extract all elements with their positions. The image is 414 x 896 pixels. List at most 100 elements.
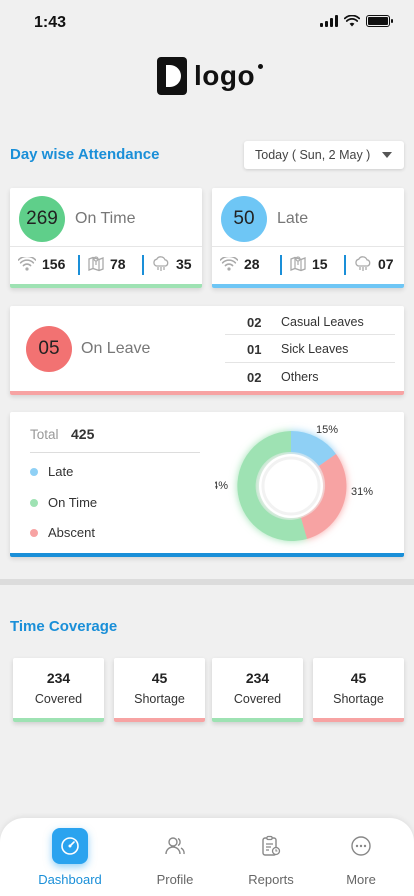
leave-count: 02 — [247, 370, 262, 385]
cloud-icon — [153, 256, 169, 271]
on-time-breakdown: 156 78 35 — [10, 246, 202, 280]
donut-hole — [259, 454, 323, 518]
coverage-value: 45 — [350, 670, 367, 686]
on-leave-card-bar — [10, 391, 404, 395]
on-time-map: 78 — [88, 253, 126, 275]
attendance-section-title: Day wise Attendance — [10, 146, 160, 163]
late-label: Late — [277, 210, 309, 227]
late-breakdown: 28 15 07 — [212, 246, 404, 280]
late-card[interactable]: 50 Late 28 15 07 — [212, 188, 404, 288]
logo-wordmark: logo — [194, 60, 256, 91]
nav-reports[interactable]: Reports — [231, 828, 311, 887]
nav-label: Profile — [156, 872, 194, 887]
date-select-value: Today ( Sun, 2 May ) — [255, 148, 371, 162]
leave-breakdown-row: 02 Others — [225, 364, 395, 390]
donut-label-absent: 31% — [351, 486, 373, 498]
map-icon — [290, 256, 306, 272]
nav-label: More — [346, 872, 376, 887]
on-leave-count: 05 — [26, 326, 72, 372]
late-map-count: 15 — [312, 256, 328, 272]
late-map: 15 — [290, 253, 328, 275]
coverage-card-shortage[interactable]: 45 Shortage — [313, 658, 404, 722]
logo-text: logo — [194, 60, 264, 92]
on-leave-label: On Leave — [81, 340, 151, 357]
donut-label-on-time: 54% — [215, 480, 228, 492]
wifi-icon — [344, 15, 360, 27]
coverage-label: Covered — [233, 692, 282, 706]
coverage-card-shortage[interactable]: 45 Shortage — [114, 658, 205, 722]
date-select[interactable]: Today ( Sun, 2 May ) — [244, 141, 404, 169]
map-icon — [88, 256, 104, 272]
caret-down-icon — [382, 152, 392, 158]
on-time-card[interactable]: 269 On Time 156 78 35 — [10, 188, 202, 288]
late-count: 50 — [221, 196, 267, 242]
wifi-icon — [220, 257, 238, 271]
on-time-map-count: 78 — [110, 256, 126, 272]
leave-type: Sick Leaves — [281, 342, 349, 356]
coverage-card-bar — [212, 718, 303, 722]
on-time-cloud: 35 — [152, 253, 192, 275]
on-time-wifi-count: 156 — [42, 256, 66, 272]
coverage-label: Covered — [34, 692, 83, 706]
divider — [280, 255, 282, 275]
coverage-card-covered[interactable]: 234 Covered — [13, 658, 104, 722]
legend-dot — [30, 467, 38, 476]
nav-label: Dashboard — [38, 872, 102, 887]
status-bar: 1:43 — [0, 0, 414, 46]
coverage-value: 234 — [46, 670, 71, 686]
time-coverage-title: Time Coverage — [10, 618, 118, 635]
divider — [225, 334, 395, 335]
on-time-card-bar — [10, 284, 202, 288]
nav-dashboard[interactable]: Dashboard — [30, 828, 110, 887]
coverage-card-bar — [114, 718, 205, 722]
profile-icon — [157, 828, 193, 864]
late-wifi-count: 28 — [244, 256, 260, 272]
logo-mark-icon — [157, 57, 187, 95]
donut-label-late: 15% — [316, 424, 338, 436]
logo-dot — [258, 64, 264, 69]
on-time-cloud-count: 35 — [176, 256, 192, 272]
on-time-wifi: 156 — [18, 253, 65, 275]
legend-on-time: On Time — [30, 495, 97, 510]
total-value: 425 — [71, 426, 95, 442]
bottom-nav: Dashboard Profile Reports More — [0, 818, 414, 896]
legend-label: Late — [48, 464, 74, 479]
divider — [344, 255, 346, 275]
app-logo: logo — [156, 56, 264, 96]
leave-type: Casual Leaves — [281, 315, 364, 329]
late-wifi: 28 — [220, 253, 260, 275]
coverage-label: Shortage — [333, 692, 384, 706]
section-divider — [0, 579, 414, 585]
divider — [78, 255, 80, 275]
leave-type: Others — [281, 370, 319, 384]
legend-late: Late — [30, 464, 73, 479]
legend-dot — [30, 498, 38, 507]
coverage-card-bar — [313, 718, 404, 722]
late-card-bar — [212, 284, 404, 288]
legend-dot — [30, 528, 38, 537]
status-icons — [320, 15, 393, 27]
on-time-count: 269 — [19, 196, 65, 242]
divider — [225, 362, 395, 363]
leave-count: 01 — [247, 342, 262, 357]
cloud-icon — [355, 256, 371, 271]
nav-more[interactable]: More — [321, 828, 401, 887]
dashboard-icon — [52, 828, 88, 864]
leave-breakdown-row: 01 Sick Leaves — [225, 336, 395, 362]
leave-breakdown-row: 02 Casual Leaves — [225, 309, 395, 335]
nav-profile[interactable]: Profile — [135, 828, 215, 887]
nav-label: Reports — [248, 872, 294, 887]
late-cloud: 07 — [354, 253, 394, 275]
divider — [142, 255, 144, 275]
reports-icon — [253, 828, 289, 864]
coverage-value: 45 — [151, 670, 168, 686]
leave-count: 02 — [247, 315, 262, 330]
cellular-signal-icon — [320, 15, 338, 27]
divider — [30, 452, 200, 453]
status-time: 1:43 — [34, 14, 67, 31]
attendance-donut-chart: 15% 31% 54% — [215, 424, 373, 541]
coverage-value: 234 — [245, 670, 270, 686]
legend-label: On Time — [48, 495, 98, 510]
coverage-card-covered[interactable]: 234 Covered — [212, 658, 303, 722]
coverage-card-bar — [13, 718, 104, 722]
